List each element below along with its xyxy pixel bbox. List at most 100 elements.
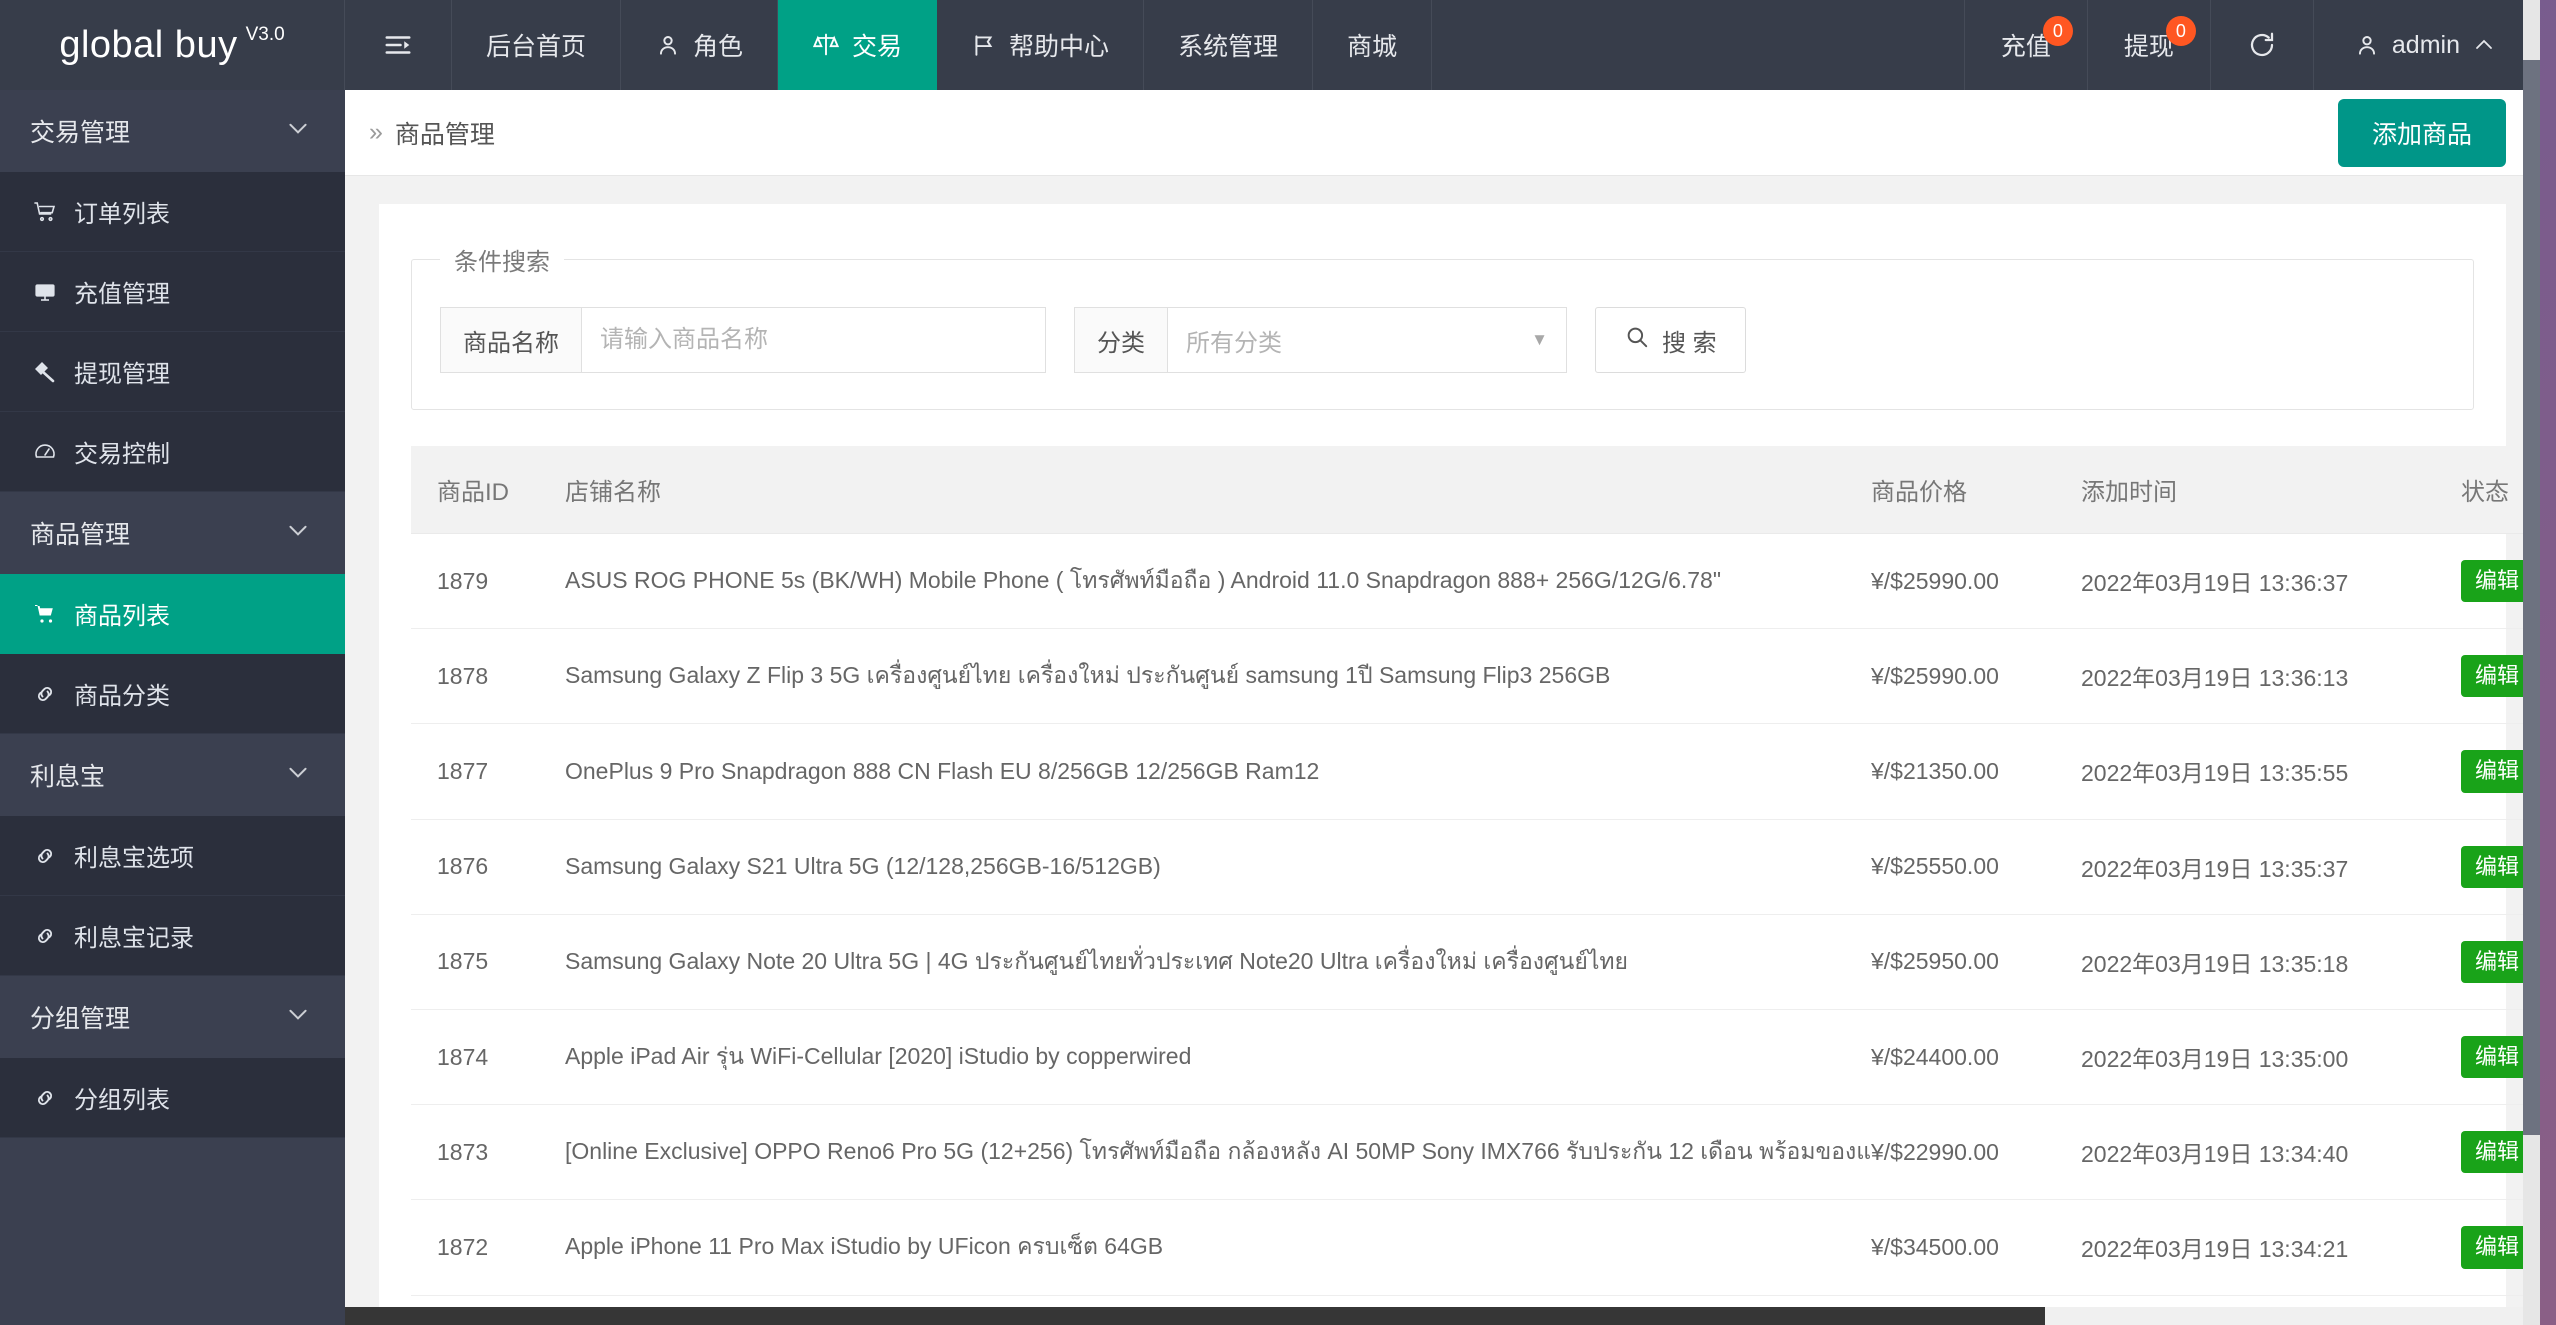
withdraw-badge: 0 bbox=[2166, 16, 2196, 46]
horizontal-scrollbar[interactable] bbox=[345, 1307, 2540, 1325]
recharge-button[interactable]: 充值 0 bbox=[1964, 0, 2087, 90]
sidebar-sub-product: 商品列表 商品分类 bbox=[0, 574, 345, 734]
search-button-label: 搜 索 bbox=[1662, 323, 1717, 358]
search-fieldset: 条件搜索 商品名称 分类 所有分类 ▼ bbox=[411, 242, 2474, 410]
nav-label-system: 系统管理 bbox=[1178, 27, 1278, 63]
table-head: 商品ID 店铺名称 商品价格 添加时间 状态 bbox=[411, 446, 2540, 534]
nav-item-mall[interactable]: 商城 bbox=[1313, 0, 1432, 90]
cell-add-time: 2022年03月19日 13:35:55 bbox=[2081, 724, 2461, 819]
sidebar-group-label-trade: 交易管理 bbox=[30, 113, 130, 149]
user-name: admin bbox=[2392, 31, 2460, 60]
sidebar-item-interest-options[interactable]: 利息宝选项 bbox=[0, 816, 345, 896]
nav-item-help[interactable]: 帮助中心 bbox=[937, 0, 1144, 90]
chevron-down-icon bbox=[285, 517, 311, 550]
nav-item-trade[interactable]: 交易 bbox=[778, 0, 937, 90]
product-panel: 条件搜索 商品名称 分类 所有分类 ▼ bbox=[379, 204, 2506, 1325]
sidebar-sub-group-mgmt: 分组列表 bbox=[0, 1058, 345, 1138]
withdraw-button[interactable]: 提现 0 bbox=[2087, 0, 2210, 90]
main-content: » 商品管理 添加商品 条件搜索 商品名称 分类 bbox=[345, 90, 2540, 1325]
recharge-badge: 0 bbox=[2043, 16, 2073, 46]
sidebar-group-interest[interactable]: 利息宝 bbox=[0, 734, 345, 816]
sidebar-label-interest-options: 利息宝选项 bbox=[74, 838, 194, 873]
nav-item-home[interactable]: 后台首页 bbox=[452, 0, 621, 90]
sidebar-label-interest-records: 利息宝记录 bbox=[74, 918, 194, 953]
table-row: 1876Samsung Galaxy S21 Ultra 5G (12/128,… bbox=[411, 819, 2540, 914]
table-row: 1877OnePlus 9 Pro Snapdragon 888 CN Flas… bbox=[411, 724, 2540, 819]
cell-product-price: ¥/$22990.00 bbox=[1871, 1105, 2081, 1200]
table-row: 1873[Online Exclusive] OPPO Reno6 Pro 5G… bbox=[411, 1105, 2540, 1200]
cell-shop-name: Apple iPhone 11 Pro Max iStudio by UFico… bbox=[531, 1200, 1871, 1295]
chevron-down-icon bbox=[285, 759, 311, 792]
sidebar-sub-trade: 订单列表 充值管理 提现管理 bbox=[0, 172, 345, 492]
sidebar-group-group-mgmt[interactable]: 分组管理 bbox=[0, 976, 345, 1058]
vertical-scrollbar[interactable] bbox=[2523, 0, 2540, 1325]
vertical-scrollbar-thumb[interactable] bbox=[2523, 60, 2540, 1135]
sidebar-group-label-interest: 利息宝 bbox=[30, 757, 105, 793]
sidebar-item-product-list[interactable]: 商品列表 bbox=[0, 574, 345, 654]
product-table: 商品ID 店铺名称 商品价格 添加时间 状态 1879ASUS ROG PHON… bbox=[411, 446, 2540, 1325]
table-row: 1872Apple iPhone 11 Pro Max iStudio by U… bbox=[411, 1200, 2540, 1295]
sidebar-item-withdraw-mgmt[interactable]: 提现管理 bbox=[0, 332, 345, 412]
nav-label-trade: 交易 bbox=[852, 27, 902, 63]
content-area: 条件搜索 商品名称 分类 所有分类 ▼ bbox=[345, 176, 2540, 1325]
nav-item-system[interactable]: 系统管理 bbox=[1144, 0, 1313, 90]
category-select[interactable]: 所有分类 ▼ bbox=[1167, 307, 1567, 373]
sidebar-sub-interest: 利息宝选项 利息宝记录 bbox=[0, 816, 345, 976]
sidebar-label-trade-control: 交易控制 bbox=[74, 434, 170, 469]
table-row: 1879ASUS ROG PHONE 5s (BK/WH) Mobile Pho… bbox=[411, 534, 2540, 629]
link-icon bbox=[30, 844, 60, 868]
hammer-icon bbox=[30, 360, 60, 384]
balance-icon bbox=[812, 31, 840, 59]
cell-add-time: 2022年03月19日 13:35:00 bbox=[2081, 1009, 2461, 1104]
cell-shop-name: ASUS ROG PHONE 5s (BK/WH) Mobile Phone (… bbox=[531, 534, 1871, 629]
sidebar-item-product-category[interactable]: 商品分类 bbox=[0, 654, 345, 734]
brand-name: global buy bbox=[59, 24, 237, 67]
link-icon bbox=[30, 924, 60, 948]
cell-shop-name: [Online Exclusive] OPPO Reno6 Pro 5G (12… bbox=[531, 1105, 1871, 1200]
sidebar-label-order-list: 订单列表 bbox=[74, 194, 170, 229]
cell-product-id: 1878 bbox=[411, 629, 531, 724]
nav-item-role[interactable]: 角色 bbox=[621, 0, 778, 90]
flag-icon bbox=[971, 32, 997, 58]
sidebar-group-trade[interactable]: 交易管理 bbox=[0, 90, 345, 172]
sidebar-label-recharge-mgmt: 充值管理 bbox=[74, 274, 170, 309]
top-header: global buy V3.0 后台首页 bbox=[0, 0, 2540, 90]
cell-product-id: 1872 bbox=[411, 1200, 531, 1295]
cell-add-time: 2022年03月19日 13:35:18 bbox=[2081, 914, 2461, 1009]
sidebar-item-interest-records[interactable]: 利息宝记录 bbox=[0, 896, 345, 976]
brand-logo[interactable]: global buy V3.0 bbox=[0, 0, 345, 90]
sidebar-group-label-group-mgmt: 分组管理 bbox=[30, 999, 130, 1035]
product-name-input[interactable] bbox=[581, 307, 1046, 373]
cell-product-price: ¥/$25990.00 bbox=[1871, 534, 2081, 629]
product-table-wrap: 商品ID 店铺名称 商品价格 添加时间 状态 1879ASUS ROG PHON… bbox=[411, 446, 2474, 1325]
cell-add-time: 2022年03月19日 13:36:13 bbox=[2081, 629, 2461, 724]
cell-product-price: ¥/$25950.00 bbox=[1871, 914, 2081, 1009]
app-window: global buy V3.0 后台首页 bbox=[0, 0, 2556, 1325]
search-filter-row: 商品名称 分类 所有分类 ▼ bbox=[440, 307, 2445, 373]
cell-product-price: ¥/$25990.00 bbox=[1871, 629, 2081, 724]
user-menu[interactable]: admin bbox=[2313, 0, 2540, 90]
sidebar-collapse-toggle[interactable] bbox=[345, 0, 452, 90]
cell-add-time: 2022年03月19日 13:36:37 bbox=[2081, 534, 2461, 629]
refresh-icon bbox=[2247, 30, 2277, 60]
category-label: 分类 bbox=[1074, 307, 1167, 373]
sidebar-label-withdraw-mgmt: 提现管理 bbox=[74, 354, 170, 389]
cell-product-price: ¥/$34500.00 bbox=[1871, 1200, 2081, 1295]
cell-add-time: 2022年03月19日 13:34:40 bbox=[2081, 1105, 2461, 1200]
sidebar-item-group-list[interactable]: 分组列表 bbox=[0, 1058, 345, 1138]
add-product-button[interactable]: 添加商品 bbox=[2338, 99, 2506, 167]
sidebar-group-product[interactable]: 商品管理 bbox=[0, 492, 345, 574]
sidebar-item-order-list[interactable]: 订单列表 bbox=[0, 172, 345, 252]
menu-collapse-icon bbox=[383, 30, 413, 60]
sidebar-item-recharge-mgmt[interactable]: 充值管理 bbox=[0, 252, 345, 332]
sidebar-item-trade-control[interactable]: 交易控制 bbox=[0, 412, 345, 492]
cell-product-id: 1873 bbox=[411, 1105, 531, 1200]
chevron-down-icon: ▼ bbox=[1531, 330, 1548, 350]
sidebar-group-label-product: 商品管理 bbox=[30, 515, 130, 551]
search-button[interactable]: 搜 索 bbox=[1595, 307, 1746, 373]
horizontal-scrollbar-thumb[interactable] bbox=[345, 1307, 2045, 1325]
sidebar-label-product-list: 商品列表 bbox=[74, 596, 170, 631]
table-row: 1875Samsung Galaxy Note 20 Ultra 5G | 4G… bbox=[411, 914, 2540, 1009]
link-icon bbox=[30, 1086, 60, 1110]
refresh-button[interactable] bbox=[2210, 0, 2313, 90]
